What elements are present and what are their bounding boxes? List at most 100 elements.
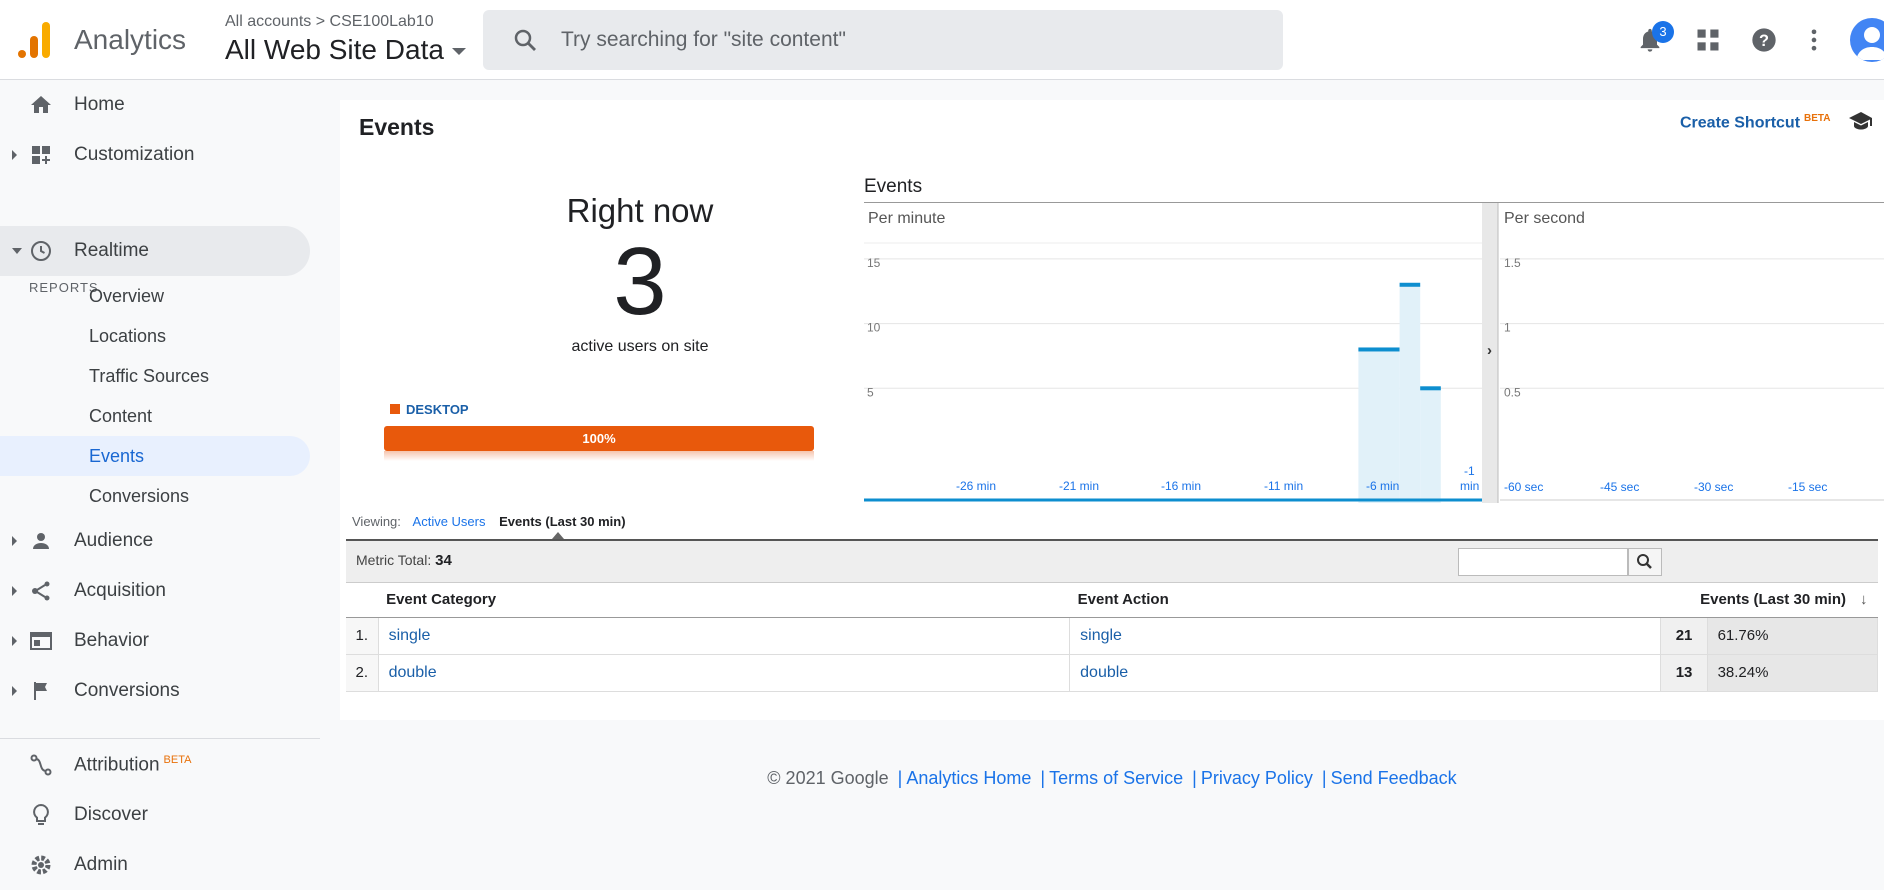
breadcrumb-chevron-icon: > [315, 13, 330, 30]
svg-text:?: ? [1759, 32, 1769, 50]
table-row: 2. double double 13 38.24% [346, 654, 1879, 692]
event-category-cell: double [378, 654, 1071, 692]
sidebar-item-audience[interactable]: Audience [0, 516, 310, 566]
sidebar-item-conversions[interactable]: Conversions [0, 666, 310, 716]
expand-arrow-icon [12, 536, 17, 546]
sidebar-subitem-locations[interactable]: Locations [0, 316, 310, 356]
bar-fill [1420, 388, 1441, 503]
events-chart: Per minute Per second 5 10 15 0.5 1 1.5 › -26 min… [864, 203, 1884, 503]
x-tick-label: -11 min [1264, 479, 1303, 493]
beta-badge: BETA [1804, 113, 1831, 124]
search-icon [514, 29, 536, 51]
home-icon [31, 96, 51, 113]
expand-arrow-icon [12, 150, 17, 160]
account-breadcrumb[interactable]: All accounts > CSE100Lab10 [225, 13, 434, 31]
sidebar-subitem-label: Events [89, 445, 145, 466]
sidebar-item-behavior[interactable]: Behavior [0, 616, 310, 666]
x-tick-label: -21 min [1059, 479, 1099, 493]
sort-descending-icon: ↓ [1860, 591, 1868, 609]
x-tick-label: -26 min [956, 479, 996, 493]
bar-fill [1399, 284, 1421, 503]
event-category-link[interactable]: double [379, 664, 437, 681]
device-legend: DESKTOP [390, 402, 469, 417]
sidebar-subitem-traffic-sources[interactable]: Traffic Sources [0, 356, 310, 396]
sidebar-item-label: Attribution BETA [74, 754, 191, 776]
search-icon [1637, 554, 1652, 569]
x-tick-label: -1 [1464, 464, 1475, 478]
breadcrumb-account[interactable]: All accounts [225, 13, 311, 30]
viewing-label: Viewing: [352, 514, 401, 529]
viewing-option-events[interactable]: Events (Last 30 min) [499, 514, 625, 529]
y-tick-label: 10 [867, 321, 881, 335]
sidebar-subitem-label: Locations [89, 325, 167, 346]
y-tick-label: 15 [867, 256, 881, 270]
attribution-label: Attribution [74, 754, 160, 776]
sidebar-subitem-overview[interactable]: Overview [0, 276, 310, 316]
table-filter-button[interactable] [1628, 548, 1662, 576]
event-percent: 61.76% [1707, 617, 1879, 655]
per-minute-label: Per minute [868, 210, 945, 227]
sidebar-item-discover[interactable]: Discover [0, 790, 310, 840]
flag-icon [34, 682, 47, 700]
create-shortcut-link[interactable]: Create Shortcut BETA [1680, 113, 1831, 132]
event-count: 13 [1660, 654, 1708, 692]
expand-arrow-icon [12, 636, 17, 646]
terms-of-service-link[interactable]: Terms of Service [1049, 768, 1183, 788]
x-tick-label: -45 sec [1600, 480, 1639, 494]
sidebar-item-realtime[interactable]: Realtime [0, 226, 310, 276]
analytics-logo-icon[interactable] [18, 20, 52, 58]
more-vert-icon[interactable] [1800, 26, 1828, 54]
event-action-link[interactable]: double [1070, 664, 1128, 681]
dashboard-customize-icon [32, 146, 50, 164]
sidebar-subitem-label: Content [89, 405, 153, 426]
sidebar-subitem-conversions[interactable]: Conversions [0, 476, 310, 516]
send-feedback-link[interactable]: Send Feedback [1331, 768, 1457, 788]
sidebar-item-label: Admin [74, 854, 128, 875]
y-tick-label: 0.5 [1504, 385, 1521, 399]
sidebar-subitem-events[interactable]: Events [0, 436, 310, 476]
breadcrumb-property[interactable]: CSE100Lab10 [330, 13, 434, 30]
events-table: Event Category Event Action Events (Last… [346, 583, 1879, 692]
y-tick-label: 1 [1504, 321, 1511, 335]
sidebar-item-attribution[interactable]: Attribution BETA [0, 740, 310, 790]
sidebar-subitem-label: Overview [89, 285, 165, 306]
view-selector[interactable]: All Web Site Data [225, 34, 466, 66]
sidebar-item-label: Behavior [74, 630, 149, 651]
sidebar-item-acquisition[interactable]: Acquisition [0, 566, 310, 616]
column-header-event-action[interactable]: Event Action [1069, 583, 1661, 618]
help-icon[interactable]: ? [1750, 26, 1778, 54]
web-window-icon [30, 632, 52, 650]
privacy-policy-link[interactable]: Privacy Policy [1201, 768, 1313, 788]
row-index: 2. [346, 654, 379, 692]
bar-top [1399, 282, 1421, 287]
column-header-events-last-30[interactable]: Events (Last 30 min) ↓ [1660, 583, 1878, 618]
table-filter-input[interactable] [1458, 548, 1628, 576]
clock-icon [31, 241, 51, 261]
sidebar-subitem-content[interactable]: Content [0, 396, 310, 436]
analytics-home-link[interactable]: Analytics Home [906, 768, 1031, 788]
sidebar-item-admin[interactable]: Admin [0, 840, 310, 890]
user-avatar[interactable] [1850, 18, 1884, 62]
graduation-cap-icon[interactable] [1848, 110, 1874, 132]
active-users-count: 3 [613, 228, 667, 335]
table-row: 1. single single 21 61.76% [346, 617, 1879, 655]
sidebar-subitem-label: Conversions [89, 485, 190, 506]
sidebar-divider [0, 738, 320, 739]
search-input[interactable] [561, 24, 1241, 56]
event-count: 21 [1660, 617, 1708, 655]
event-category-link[interactable]: single [379, 627, 431, 644]
sidebar-item-home[interactable]: Home [0, 80, 310, 130]
lightbulb-icon [33, 803, 49, 825]
sidebar-item-customization[interactable]: Customization [0, 130, 310, 180]
notification-badge: 3 [1652, 21, 1674, 43]
viewing-option-active-users[interactable]: Active Users [413, 514, 486, 529]
event-action-link[interactable]: single [1070, 627, 1122, 644]
row-index: 1. [346, 617, 379, 655]
x-tick-label: min [1460, 479, 1479, 493]
viewing-toggle: Viewing: Active Users Events (Last 30 mi… [352, 514, 626, 529]
search-box[interactable] [483, 10, 1283, 70]
apps-grid-icon[interactable] [1694, 26, 1722, 54]
column-header-event-category[interactable]: Event Category [378, 583, 1070, 618]
x-tick-label: -16 min [1161, 479, 1201, 493]
report-panel: Events Create Shortcut BETA Right now 3 a… [340, 100, 1884, 720]
